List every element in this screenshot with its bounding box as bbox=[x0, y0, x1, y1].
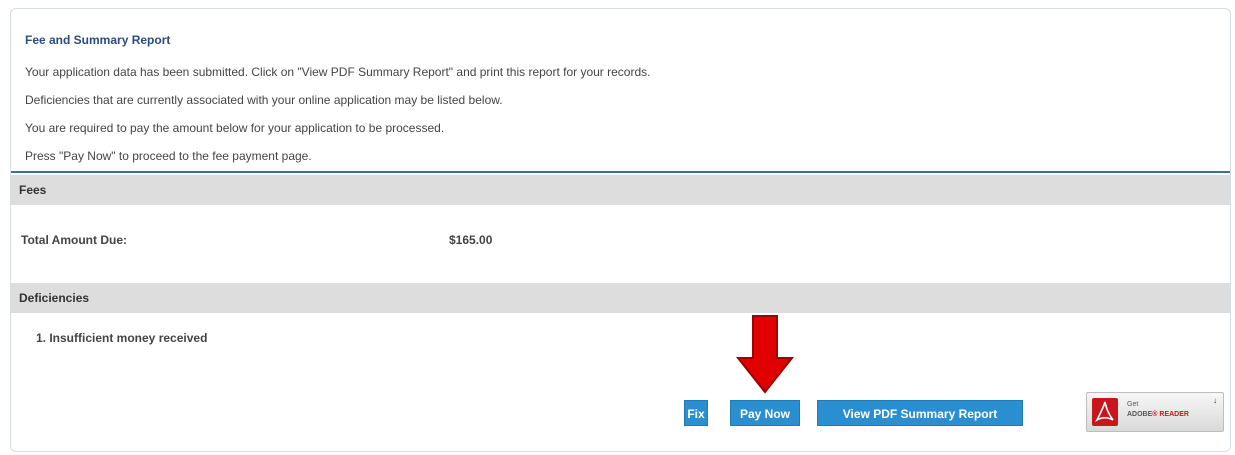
adobe-reader-word: READER bbox=[1159, 411, 1189, 418]
intro-line-payment-required: You are required to pay the amount below… bbox=[25, 121, 445, 135]
deficiency-list: 1. Insufficient money received bbox=[36, 331, 207, 345]
page-title: Fee and Summary Report bbox=[25, 33, 171, 47]
pay-now-button[interactable]: Pay Now bbox=[730, 400, 800, 426]
total-amount-value: $165.00 bbox=[449, 233, 493, 247]
report-intro: Fee and Summary Report Your application … bbox=[11, 9, 1230, 173]
deficiency-item: 1. Insufficient money received bbox=[36, 331, 208, 345]
total-amount-label: Total Amount Due: bbox=[21, 233, 127, 247]
intro-line-submitted: Your application data has been submitted… bbox=[25, 65, 651, 79]
adobe-brand-text: ADOBE bbox=[1127, 411, 1153, 418]
adobe-get-text: Get bbox=[1127, 401, 1139, 408]
fee-summary-panel: Fee and Summary Report Your application … bbox=[10, 8, 1231, 452]
adobe-logo-icon bbox=[1092, 398, 1118, 426]
red-down-arrow-icon bbox=[735, 315, 795, 394]
view-pdf-summary-report-button[interactable]: View PDF Summary Report bbox=[817, 400, 1023, 426]
get-adobe-reader-button[interactable]: Get ADOBE® READER ↓ bbox=[1086, 392, 1224, 432]
fix-button[interactable]: Fix bbox=[684, 400, 708, 426]
adobe-reader-text: ADOBE® READER bbox=[1127, 411, 1189, 418]
intro-line-pay-now-hint: Press "Pay Now" to proceed to the fee pa… bbox=[25, 149, 312, 163]
deficiencies-section-header: Deficiencies bbox=[11, 283, 1230, 313]
fees-section-header: Fees bbox=[11, 175, 1230, 205]
download-icon: ↓ bbox=[1213, 396, 1217, 405]
intro-line-deficiencies: Deficiencies that are currently associat… bbox=[25, 93, 503, 107]
